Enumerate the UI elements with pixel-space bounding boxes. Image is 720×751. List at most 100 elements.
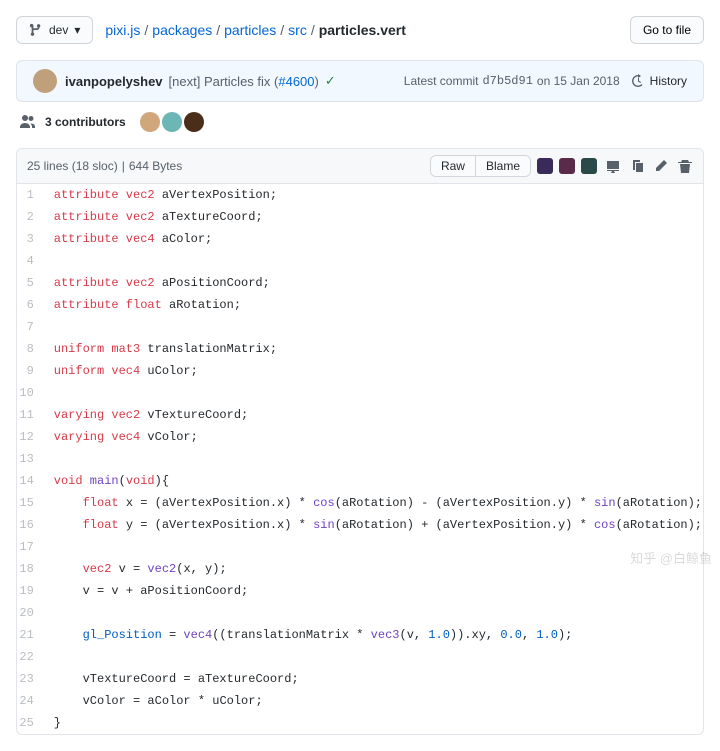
code-line[interactable]: 20 — [17, 602, 703, 624]
line-number[interactable]: 15 — [17, 492, 44, 514]
code-line[interactable]: 1attribute vec2 aVertexPosition; — [17, 184, 703, 206]
line-number[interactable]: 9 — [17, 360, 44, 382]
breadcrumb-part-0[interactable]: pixi.js — [105, 22, 140, 38]
code-line[interactable]: 10 — [17, 382, 703, 404]
commit-date: on 15 Jan 2018 — [537, 74, 620, 88]
contributors-count[interactable]: 3 contributors — [45, 115, 126, 129]
delete-icon[interactable] — [677, 158, 693, 174]
line-content — [44, 646, 703, 668]
open-with-app-1-icon[interactable] — [537, 158, 553, 174]
author-name[interactable]: ivanpopelyshev — [65, 74, 163, 89]
line-content — [44, 250, 703, 272]
line-number[interactable]: 1 — [17, 184, 44, 206]
line-content — [44, 316, 703, 338]
line-number[interactable]: 13 — [17, 448, 44, 470]
code-line[interactable]: 24 vColor = aColor * uColor; — [17, 690, 703, 712]
line-number[interactable]: 14 — [17, 470, 44, 492]
line-content — [44, 382, 703, 404]
open-desktop-icon[interactable] — [605, 158, 621, 174]
line-number[interactable]: 8 — [17, 338, 44, 360]
line-content: varying vec4 vColor; — [44, 426, 703, 448]
code-line[interactable]: 7 — [17, 316, 703, 338]
breadcrumb-part-3[interactable]: src — [288, 22, 307, 38]
line-number[interactable]: 5 — [17, 272, 44, 294]
commit-message[interactable]: [next] Particles fix (#4600) — [169, 74, 319, 89]
contributor-avatar-3[interactable] — [184, 112, 204, 132]
caret-down-icon: ▾ — [74, 23, 80, 37]
line-content: attribute vec2 aVertexPosition; — [44, 184, 703, 206]
line-content — [44, 602, 703, 624]
history-link[interactable]: History — [650, 74, 687, 88]
open-with-app-3-icon[interactable] — [581, 158, 597, 174]
line-content: varying vec2 vTextureCoord; — [44, 404, 703, 426]
code-line[interactable]: 8uniform mat3 translationMatrix; — [17, 338, 703, 360]
copy-icon[interactable] — [629, 158, 645, 174]
code-line[interactable]: 15 float x = (aVertexPosition.x) * cos(a… — [17, 492, 703, 514]
line-number[interactable]: 25 — [17, 712, 44, 734]
code-line[interactable]: 4 — [17, 250, 703, 272]
line-content: uniform vec4 uColor; — [44, 360, 703, 382]
line-number[interactable]: 24 — [17, 690, 44, 712]
breadcrumb-current: particles.vert — [319, 22, 406, 38]
status-check-icon[interactable]: ✓ — [325, 73, 336, 89]
commit-hash[interactable]: d7b5d91 — [482, 74, 532, 88]
line-number[interactable]: 23 — [17, 668, 44, 690]
code-line[interactable]: 16 float y = (aVertexPosition.x) * sin(a… — [17, 514, 703, 536]
contributor-avatar-1[interactable] — [140, 112, 160, 132]
contributor-avatar-2[interactable] — [162, 112, 182, 132]
code-line[interactable]: 11varying vec2 vTextureCoord; — [17, 404, 703, 426]
line-number[interactable]: 17 — [17, 536, 44, 558]
line-number[interactable]: 4 — [17, 250, 44, 272]
code-line[interactable]: 2attribute vec2 aTextureCoord; — [17, 206, 703, 228]
code-line[interactable]: 12varying vec4 vColor; — [17, 426, 703, 448]
breadcrumb: pixi.js/packages/particles/src/particles… — [105, 22, 406, 38]
people-icon — [20, 114, 36, 130]
file-box: 25 lines (18 sloc) | 644 Bytes Raw Blame… — [16, 148, 704, 735]
branch-select-button[interactable]: dev ▾ — [16, 16, 93, 44]
code-line[interactable]: 9uniform vec4 uColor; — [17, 360, 703, 382]
line-number[interactable]: 3 — [17, 228, 44, 250]
line-number[interactable]: 6 — [17, 294, 44, 316]
blame-button[interactable]: Blame — [475, 156, 530, 176]
code-line[interactable]: 23 vTextureCoord = aTextureCoord; — [17, 668, 703, 690]
line-number[interactable]: 22 — [17, 646, 44, 668]
code-line[interactable]: 6attribute float aRotation; — [17, 294, 703, 316]
git-branch-icon — [29, 23, 43, 37]
code-line[interactable]: 18 vec2 v = vec2(x, y); — [17, 558, 703, 580]
breadcrumb-part-2[interactable]: particles — [224, 22, 276, 38]
line-number[interactable]: 7 — [17, 316, 44, 338]
code-line[interactable]: 3attribute vec4 aColor; — [17, 228, 703, 250]
code-view: 1attribute vec2 aVertexPosition;2attribu… — [17, 184, 703, 734]
code-line[interactable]: 14void main(void){ — [17, 470, 703, 492]
line-number[interactable]: 19 — [17, 580, 44, 602]
raw-blame-group: Raw Blame — [430, 155, 531, 177]
line-number[interactable]: 12 — [17, 426, 44, 448]
line-number[interactable]: 2 — [17, 206, 44, 228]
code-line[interactable]: 22 — [17, 646, 703, 668]
line-number[interactable]: 21 — [17, 624, 44, 646]
issue-link[interactable]: #4600 — [278, 74, 314, 89]
breadcrumb-part-1[interactable]: packages — [152, 22, 212, 38]
go-to-file-button[interactable]: Go to file — [630, 16, 704, 44]
line-content: attribute vec2 aPositionCoord; — [44, 272, 703, 294]
line-number[interactable]: 10 — [17, 382, 44, 404]
code-line[interactable]: 25} — [17, 712, 703, 734]
code-line[interactable]: 17 — [17, 536, 703, 558]
commit-bar: ivanpopelyshev [next] Particles fix (#46… — [16, 60, 704, 102]
open-with-app-2-icon[interactable] — [559, 158, 575, 174]
code-line[interactable]: 13 — [17, 448, 703, 470]
line-number[interactable]: 16 — [17, 514, 44, 536]
line-content: attribute vec4 aColor; — [44, 228, 703, 250]
line-number[interactable]: 18 — [17, 558, 44, 580]
line-content: float x = (aVertexPosition.x) * cos(aRot… — [44, 492, 703, 514]
watermark: 知乎 @白鲸鱼 — [630, 548, 712, 567]
line-number[interactable]: 11 — [17, 404, 44, 426]
code-line[interactable]: 5attribute vec2 aPositionCoord; — [17, 272, 703, 294]
author-avatar[interactable] — [33, 69, 57, 93]
code-line[interactable]: 21 gl_Position = vec4((translationMatrix… — [17, 624, 703, 646]
code-line[interactable]: 19 v = v + aPositionCoord; — [17, 580, 703, 602]
line-content: float y = (aVertexPosition.x) * sin(aRot… — [44, 514, 703, 536]
edit-icon[interactable] — [653, 158, 669, 174]
raw-button[interactable]: Raw — [431, 156, 475, 176]
line-number[interactable]: 20 — [17, 602, 44, 624]
